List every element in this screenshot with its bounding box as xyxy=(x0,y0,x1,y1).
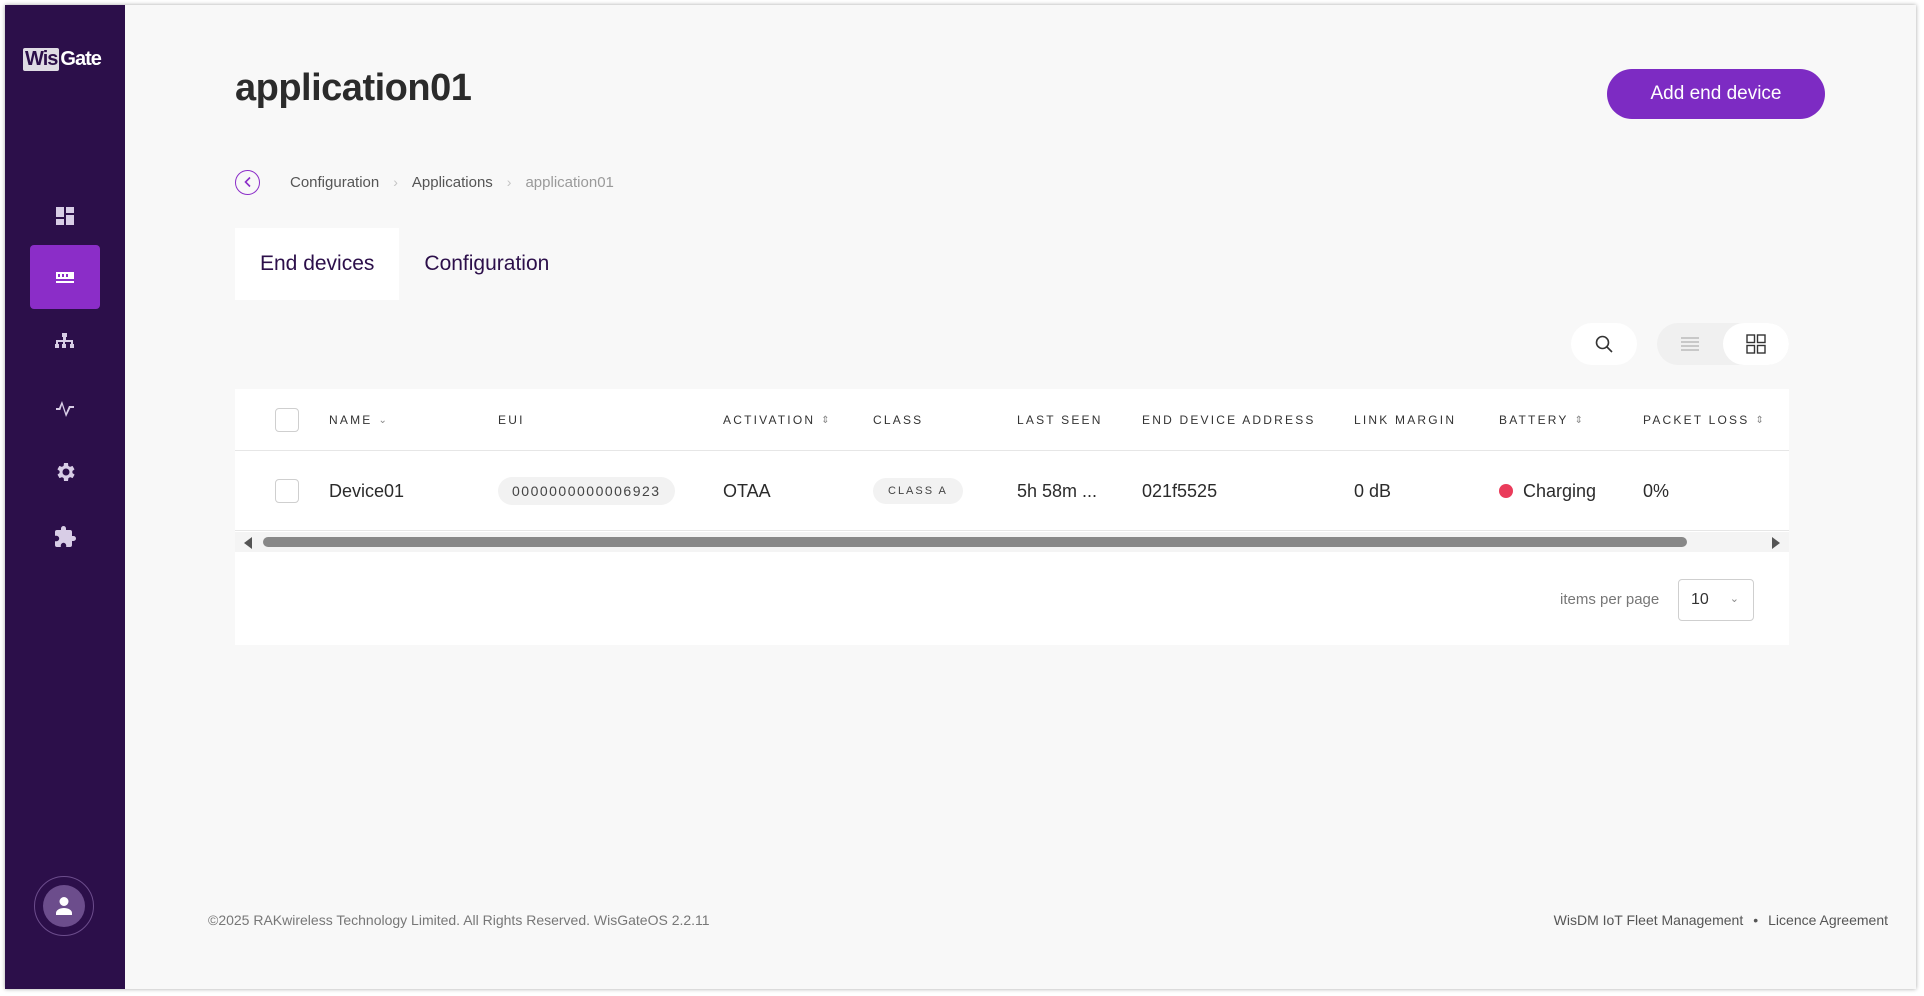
device-name[interactable]: Device01 xyxy=(329,451,404,531)
sidebar: Wis Gate xyxy=(5,5,125,989)
device-packet-loss: 0% xyxy=(1643,480,1670,501)
logo-part-wis: Wis xyxy=(23,47,60,71)
column-header-battery[interactable]: BATTERY ⇕ xyxy=(1499,389,1583,451)
column-label-eui: EUI xyxy=(498,413,525,427)
column-header-activation[interactable]: ACTIVATION ⇕ xyxy=(723,389,830,451)
puzzle-icon xyxy=(55,526,76,547)
search-button[interactable] xyxy=(1571,323,1637,365)
table-row[interactable]: Device01 0000000000006923 OTAA CLASS A 5… xyxy=(235,451,1789,531)
horizontal-scrollbar[interactable] xyxy=(235,532,1789,552)
column-label-class: CLASS xyxy=(873,413,924,427)
footer-link-licence[interactable]: Licence Agreement xyxy=(1768,912,1888,928)
column-label-last-seen: LAST SEEN xyxy=(1017,413,1103,427)
breadcrumb: Configuration › Applications › applicati… xyxy=(235,169,614,195)
back-button[interactable] xyxy=(235,169,260,195)
footer-links: WisDM IoT Fleet Management • Licence Agr… xyxy=(1554,912,1888,928)
tab-configuration[interactable]: Configuration xyxy=(399,228,574,300)
chevron-down-icon: ⌄ xyxy=(378,414,387,426)
chevron-down-icon: ⌄ xyxy=(1729,593,1739,605)
sort-icon: ⇕ xyxy=(1574,414,1584,426)
grid-view-button[interactable] xyxy=(1723,323,1789,365)
sidebar-item-devices[interactable] xyxy=(30,245,100,309)
avatar xyxy=(43,885,85,927)
table-header: NAME ⌄ EUI ACTIVATION ⇕ CLASS LAST SEEN EN… xyxy=(235,389,1789,451)
sidebar-item-extensions[interactable] xyxy=(30,505,100,569)
device-last-seen: 5h 58m ... xyxy=(1017,480,1098,501)
sidebar-item-activity[interactable] xyxy=(30,375,100,439)
column-label-name: NAME xyxy=(329,413,373,427)
footer-separator: • xyxy=(1753,912,1759,928)
device-eui: 0000000000006923 xyxy=(498,477,675,505)
column-label-link-margin: LINK MARGIN xyxy=(1354,413,1457,427)
sort-icon: ⇕ xyxy=(1755,414,1764,426)
list-view-button[interactable] xyxy=(1657,323,1723,365)
sidebar-item-settings[interactable] xyxy=(30,440,100,504)
column-header-packet-loss[interactable]: PACKET LOSS ⇕ xyxy=(1643,389,1764,451)
user-icon xyxy=(56,897,72,915)
column-header-link-margin: LINK MARGIN xyxy=(1354,389,1456,451)
column-header-eui: EUI xyxy=(498,389,525,451)
device-address: 021f5525 xyxy=(1142,480,1218,501)
network-icon xyxy=(55,333,74,348)
sidebar-item-dashboard[interactable] xyxy=(30,184,100,248)
device-class-badge: CLASS A xyxy=(873,478,963,504)
column-label-activation: ACTIVATION xyxy=(723,413,816,427)
battery-status-dot xyxy=(1499,484,1513,498)
search-icon xyxy=(1595,335,1613,353)
grid-view-icon xyxy=(1746,334,1766,354)
column-header-name[interactable]: NAME ⌄ xyxy=(329,389,387,451)
device-battery-cell: Charging xyxy=(1499,451,1596,531)
tab-bar: End devices Configuration xyxy=(235,228,574,300)
chevron-left-icon xyxy=(243,176,251,188)
select-all-checkbox[interactable] xyxy=(275,408,299,432)
page-title: application01 xyxy=(235,67,472,109)
column-header-address: END DEVICE ADDRESS xyxy=(1142,389,1316,451)
scroll-left-arrow-icon[interactable] xyxy=(244,537,252,549)
column-label-address: END DEVICE ADDRESS xyxy=(1142,413,1316,427)
items-per-page-label: items per page xyxy=(1560,591,1660,608)
items-per-page-value: 10 xyxy=(1691,591,1709,608)
chevron-right-icon: › xyxy=(393,174,398,190)
activity-icon xyxy=(56,401,74,417)
device-battery: Charging xyxy=(1523,480,1597,501)
items-per-page-select[interactable]: 10 ⌄ xyxy=(1678,579,1754,621)
device-link-margin: 0 dB xyxy=(1354,480,1392,501)
chevron-right-icon: › xyxy=(506,174,512,190)
device-class-cell: CLASS A xyxy=(873,451,963,531)
tab-end-devices[interactable]: End devices xyxy=(235,228,400,300)
column-label-packet-loss: PACKET LOSS xyxy=(1643,413,1750,427)
breadcrumb-configuration[interactable]: Configuration xyxy=(290,174,379,191)
app-window: Wis Gate application01 Add end device Co… xyxy=(5,5,1916,989)
breadcrumb-current: application01 xyxy=(525,173,614,191)
breadcrumb-applications[interactable]: Applications xyxy=(412,174,493,191)
sort-icon: ⇕ xyxy=(821,414,830,426)
scroll-right-arrow-icon[interactable] xyxy=(1772,537,1780,549)
scrollbar-thumb[interactable] xyxy=(263,537,1687,547)
dashboard-icon xyxy=(56,207,74,225)
row-checkbox[interactable] xyxy=(275,479,299,503)
view-toggle xyxy=(1657,323,1789,365)
footer-copyright: ©2025 RAKwireless Technology Limited. Al… xyxy=(208,912,710,928)
gear-icon xyxy=(57,463,75,481)
device-eui-cell: 0000000000006923 xyxy=(498,451,675,531)
wisgate-logo[interactable]: Wis Gate xyxy=(23,47,102,71)
column-header-last-seen: LAST SEEN xyxy=(1017,389,1103,451)
devices-icon xyxy=(56,272,74,283)
logo-part-gate: Gate xyxy=(60,47,101,70)
user-avatar-button[interactable] xyxy=(34,876,94,936)
sidebar-item-network[interactable] xyxy=(30,310,100,374)
column-header-class: CLASS xyxy=(873,389,923,451)
list-view-icon xyxy=(1681,337,1699,351)
column-label-battery: BATTERY xyxy=(1499,413,1569,427)
devices-table-card: NAME ⌄ EUI ACTIVATION ⇕ CLASS LAST SEEN EN… xyxy=(235,389,1789,645)
add-end-device-button[interactable]: Add end device xyxy=(1607,69,1825,119)
device-activation: OTAA xyxy=(723,480,771,501)
footer-link-wisdm[interactable]: WisDM IoT Fleet Management xyxy=(1554,912,1744,928)
